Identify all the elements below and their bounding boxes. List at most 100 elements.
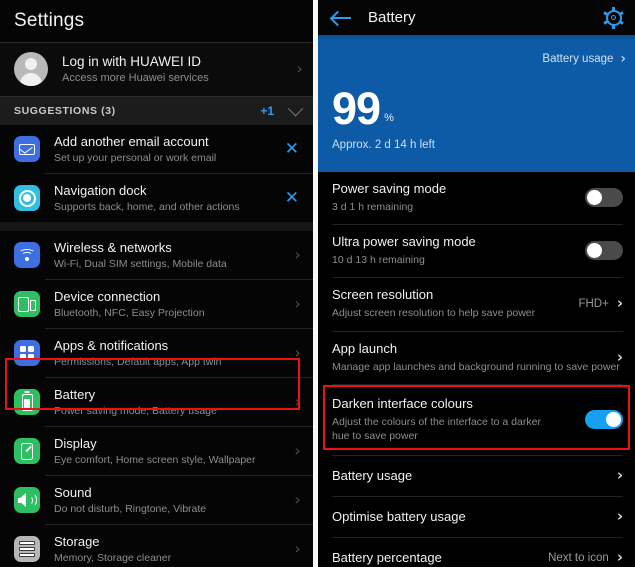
- row-subtitle: 3 d 1 h remaining: [332, 201, 414, 213]
- suggestions-badge: +1: [260, 104, 274, 118]
- wifi-icon: [14, 242, 40, 268]
- row-title: Screen resolution: [332, 287, 434, 303]
- darken-interface-colours-toggle[interactable]: [585, 409, 623, 429]
- screen-resolution-row[interactable]: Screen resolution Adjust screen resoluti…: [318, 278, 635, 330]
- close-icon[interactable]: ✕: [283, 189, 301, 207]
- chevron-right-icon: ›: [294, 441, 301, 460]
- mail-icon: [14, 136, 40, 162]
- item-title: Apps & notifications: [54, 338, 169, 353]
- row-title: Battery percentage: [332, 550, 442, 566]
- back-arrow-icon[interactable]: [332, 11, 352, 25]
- suggestion-title: Add another email account: [54, 134, 209, 149]
- chevron-right-icon: ›: [294, 343, 301, 362]
- battery-remaining-text: Approx. 2 d 14 h left: [332, 139, 435, 151]
- person-avatar-icon: [14, 52, 48, 86]
- chevron-right-icon: ›: [616, 548, 623, 567]
- battery-usage-link[interactable]: Battery usage ›: [542, 51, 626, 67]
- row-subtitle: Manage app launches and background runni…: [332, 360, 620, 373]
- row-title: Power saving mode: [332, 181, 447, 196]
- suggestions-label: SUGGESTIONS (3): [14, 105, 116, 117]
- battery-percent-display: 99 %: [332, 83, 394, 134]
- close-icon[interactable]: ✕: [283, 140, 301, 158]
- chevron-right-icon: ›: [296, 59, 303, 78]
- chevron-right-icon: ›: [294, 392, 301, 411]
- suggestions-header[interactable]: SUGGESTIONS (3) +1: [0, 97, 313, 125]
- chevron-right-icon: ›: [294, 294, 301, 313]
- row-title: Darken interface colours: [332, 395, 473, 411]
- battery-settings-row[interactable]: Battery Power saving mode, Battery usage…: [0, 378, 313, 426]
- battery-page-title: Battery: [368, 9, 416, 26]
- battery-percentage-value: Next to icon: [548, 551, 609, 564]
- screen-resolution-value: FHD+: [578, 297, 609, 310]
- suggestion-subtitle: Set up your personal or work email: [54, 152, 217, 164]
- sidebar-item-device-connection[interactable]: Device connection Bluetooth, NFC, Easy P…: [0, 280, 313, 328]
- item-subtitle: Eye comfort, Home screen style, Wallpape…: [54, 454, 256, 466]
- battery-usage-link-label: Battery usage: [542, 53, 614, 65]
- gear-icon[interactable]: [603, 6, 624, 29]
- power-saving-mode-toggle[interactable]: [585, 188, 623, 208]
- suggestion-navigation-dock-row[interactable]: Navigation dock Supports back, home, and…: [0, 174, 313, 222]
- sidebar-item-sound[interactable]: Sound Do not disturb, Ringtone, Vibrate …: [0, 476, 313, 524]
- power-saving-mode-row[interactable]: Power saving mode 3 d 1 h remaining: [318, 172, 635, 224]
- section-gap: [0, 222, 313, 231]
- row-title: Optimise battery usage: [332, 509, 466, 525]
- percent-symbol: %: [384, 112, 394, 125]
- row-title: Ultra power saving mode: [332, 234, 476, 250]
- chevron-right-icon: ›: [616, 294, 623, 313]
- row-subtitle: Adjust the colours of the interface to a…: [332, 415, 541, 442]
- account-subtitle: Access more Huawei services: [62, 72, 209, 84]
- sidebar-item-display[interactable]: Display Eye comfort, Home screen style, …: [0, 427, 313, 475]
- item-title: Wireless & networks: [54, 240, 172, 255]
- chevron-right-icon: ›: [616, 347, 623, 366]
- dual-screenshot-container: Settings Log in with HUAWEI ID Access mo…: [0, 0, 635, 567]
- sound-icon: [14, 487, 40, 513]
- apps-icon: [14, 340, 40, 366]
- row-title: App launch: [332, 340, 398, 356]
- account-title: Log in with HUAWEI ID: [62, 54, 202, 69]
- item-title: Sound: [54, 485, 92, 500]
- suggestion-title: Navigation dock: [54, 183, 147, 198]
- battery-percent-value: 99: [332, 83, 381, 134]
- battery-screen: Battery Battery usage › 99 % Approx. 2 d…: [318, 0, 635, 567]
- ultra-power-saving-mode-toggle[interactable]: [585, 241, 623, 261]
- chevron-right-icon: ›: [294, 539, 301, 558]
- item-title: Device connection: [54, 289, 161, 304]
- ultra-power-saving-mode-row[interactable]: Ultra power saving mode 10 d 13 h remain…: [318, 225, 635, 277]
- chevron-down-icon[interactable]: [287, 100, 304, 116]
- battery-header-bar: Battery: [318, 0, 635, 35]
- optimise-battery-usage-row[interactable]: Optimise battery usage ›: [318, 497, 635, 537]
- page-title: Settings: [14, 10, 85, 31]
- storage-icon: [14, 536, 40, 562]
- chevron-right-icon: ›: [294, 490, 301, 509]
- sidebar-item-wireless-networks[interactable]: Wireless & networks Wi-Fi, Dual SIM sett…: [0, 231, 313, 279]
- battery-status-hero: Battery usage › 99 % Approx. 2 d 14 h le…: [318, 35, 635, 172]
- item-subtitle: Memory, Storage cleaner: [54, 552, 172, 564]
- display-icon: [14, 438, 40, 464]
- battery-icon: [14, 389, 40, 415]
- item-title: Battery: [54, 387, 96, 402]
- chevron-right-icon: ›: [616, 466, 623, 485]
- huawei-id-account-row[interactable]: Log in with HUAWEI ID Access more Huawei…: [0, 43, 313, 96]
- battery-percentage-row[interactable]: Battery percentage Next to icon ›: [318, 538, 635, 567]
- item-subtitle: Wi-Fi, Dual SIM settings, Mobile data: [54, 258, 227, 270]
- device-connection-icon: [14, 291, 40, 317]
- battery-usage-row[interactable]: Battery usage ›: [318, 456, 635, 496]
- chevron-right-icon: ›: [616, 507, 623, 526]
- item-subtitle: Do not disturb, Ringtone, Vibrate: [54, 503, 207, 515]
- chevron-right-icon: ›: [294, 245, 301, 264]
- darken-interface-colours-row[interactable]: Darken interface colours Adjust the colo…: [318, 385, 635, 455]
- row-subtitle: 10 d 13 h remaining: [332, 254, 425, 267]
- sidebar-item-storage[interactable]: Storage Memory, Storage cleaner ›: [0, 525, 313, 567]
- item-subtitle: Power saving mode, Battery usage: [54, 405, 217, 417]
- item-subtitle: Bluetooth, NFC, Easy Projection: [54, 307, 205, 319]
- settings-screen: Settings Log in with HUAWEI ID Access mo…: [0, 0, 313, 567]
- row-title: Battery usage: [332, 468, 413, 484]
- suggestion-add-email-row[interactable]: Add another email account Set up your pe…: [0, 125, 313, 173]
- row-subtitle: Adjust screen resolution to help save po…: [332, 307, 536, 320]
- app-launch-row[interactable]: App launch Manage app launches and backg…: [318, 332, 635, 384]
- item-title: Display: [54, 436, 97, 451]
- suggestion-subtitle: Supports back, home, and other actions: [54, 201, 240, 213]
- item-subtitle: Permissions, Default apps, App twin: [54, 356, 222, 368]
- sidebar-item-apps-notifications[interactable]: Apps & notifications Permissions, Defaul…: [0, 329, 313, 377]
- item-title: Storage: [54, 534, 100, 549]
